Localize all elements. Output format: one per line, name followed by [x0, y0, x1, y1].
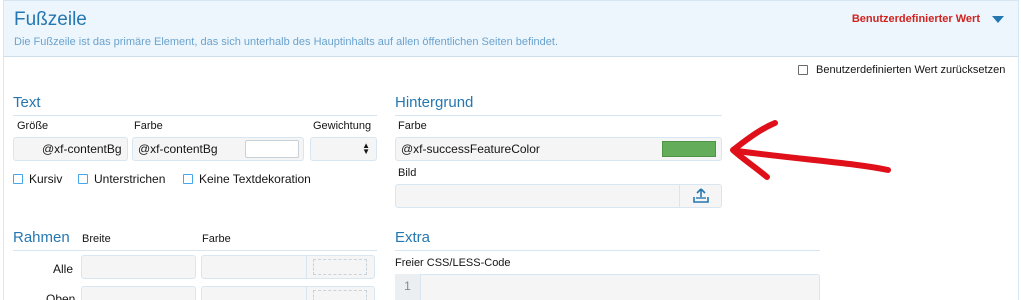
- annotation-arrow-icon: [730, 120, 891, 180]
- border-top-color-input[interactable]: [201, 286, 375, 300]
- reset-label: Benutzerdefinierten Wert zurücksetzen: [816, 64, 1006, 76]
- reset-custom-value[interactable]: Benutzerdefinierten Wert zurücksetzen: [798, 64, 1005, 76]
- border-all-color-input[interactable]: [201, 255, 375, 279]
- text-color-label: Farbe: [134, 120, 163, 132]
- caret-down-icon[interactable]: [992, 16, 1004, 23]
- select-updown-icon: ▲ ▼: [362, 141, 370, 156]
- border-top-color-separator: [306, 287, 307, 300]
- upload-button[interactable]: [679, 184, 721, 208]
- text-section-title: Text: [13, 94, 41, 111]
- border-section-divider: [13, 250, 377, 251]
- background-section-divider: [395, 115, 722, 116]
- extra-section-divider: [395, 250, 820, 251]
- border-row-all-label: Alle: [53, 262, 74, 276]
- code-line-number: 1: [395, 274, 421, 300]
- option-italic[interactable]: Kursiv: [13, 172, 62, 186]
- size-label: Größe: [17, 120, 49, 132]
- panel-border-right: [1018, 57, 1019, 300]
- text-color-swatch[interactable]: [245, 140, 299, 158]
- italic-checkbox[interactable]: [13, 174, 23, 184]
- text-color-input[interactable]: @xf-contentBg: [132, 137, 304, 161]
- extra-section-title: Extra: [395, 229, 431, 246]
- border-top-color-swatch[interactable]: [313, 290, 367, 300]
- image-input[interactable]: [395, 184, 722, 208]
- background-color-swatch[interactable]: [662, 141, 716, 157]
- custom-value-indicator[interactable]: Benutzerdefinierter Wert: [852, 13, 980, 25]
- background-section-title: Hintergrund: [395, 94, 474, 111]
- underline-checkbox[interactable]: [78, 174, 88, 184]
- border-section-title: Rahmen: [13, 229, 70, 246]
- size-input[interactable]: @xf-contentBg: [13, 137, 128, 161]
- image-label: Bild: [398, 167, 417, 179]
- background-color-label: Farbe: [398, 120, 427, 132]
- css-code-label: Freier CSS/LESS-Code: [395, 257, 511, 269]
- border-all-width-input[interactable]: [81, 255, 196, 279]
- option-no-decoration[interactable]: Keine Textdekoration: [183, 172, 311, 186]
- page-title: Fußzeile: [14, 9, 87, 30]
- size-value: @xf-contentBg: [42, 142, 122, 156]
- border-all-color-swatch[interactable]: [313, 259, 367, 275]
- weight-label: Gewichtung: [313, 120, 372, 132]
- border-top-width-input[interactable]: [81, 286, 196, 300]
- option-underline[interactable]: Unterstrichen: [78, 172, 165, 186]
- italic-label: Kursiv: [29, 172, 63, 186]
- text-color-value: @xf-contentBg: [138, 142, 218, 156]
- reset-checkbox[interactable]: [798, 65, 808, 75]
- underline-label: Unterstrichen: [94, 172, 166, 186]
- background-color-value: @xf-successFeatureColor: [401, 142, 540, 156]
- no-decoration-checkbox[interactable]: [183, 174, 193, 184]
- border-width-label: Breite: [82, 233, 111, 245]
- no-decoration-label: Keine Textdekoration: [199, 172, 311, 186]
- page-header: Fußzeile Die Fußzeile ist das primäre El…: [3, 0, 1019, 57]
- border-row-top-label: Oben: [46, 292, 76, 300]
- css-code-editor[interactable]: [395, 274, 820, 300]
- border-color-label: Farbe: [202, 233, 231, 245]
- border-all-color-separator: [306, 256, 307, 278]
- page-description: Die Fußzeile ist das primäre Element, da…: [14, 36, 558, 48]
- weight-select[interactable]: ▲ ▼: [310, 137, 377, 161]
- text-section-divider: [13, 115, 377, 116]
- upload-icon: [692, 188, 709, 203]
- panel-border-left: [3, 57, 4, 300]
